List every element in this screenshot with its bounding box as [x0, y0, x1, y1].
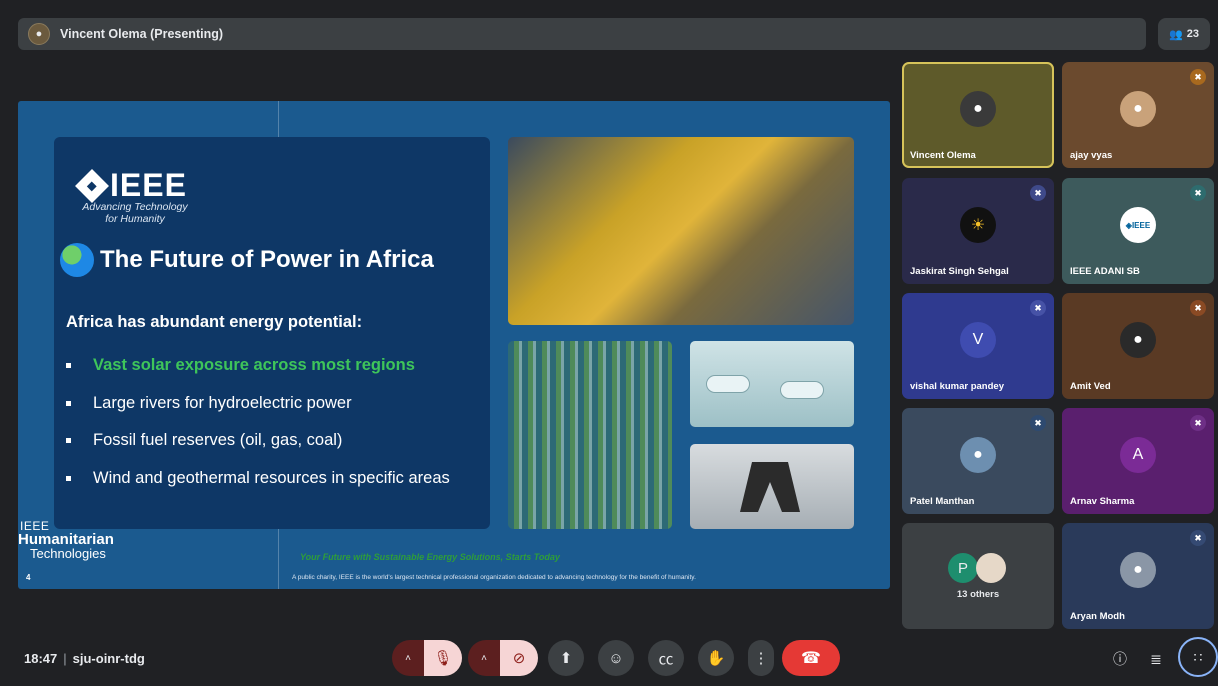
bottom-control-bar: 18:47 | sju-oinr-tdg ˄ 🎙 ˄ ⊘ ⬆ ☺ ㏄ ✋ ⋮ ☎ ⓘ… — [0, 632, 1218, 686]
ev-charging-road-photo — [690, 341, 854, 427]
participant-tile-arnav-sharma[interactable]: ✖ A Arnav Sharma — [1062, 408, 1214, 514]
reactions-button[interactable]: ☺ — [598, 640, 634, 676]
participant-tile-aryan-modh[interactable]: ✖ ● Aryan Modh — [1062, 523, 1214, 629]
present-screen-button[interactable]: ⬆ — [548, 640, 584, 676]
ieee-diamond-icon: ◆ — [75, 168, 109, 203]
mic-off-icon: ✖ — [1030, 185, 1046, 201]
others-avatar — [976, 553, 1006, 583]
telescope-mirror-photo — [508, 137, 854, 325]
avatar: ● — [1120, 91, 1156, 127]
meet-window: ● Vincent Olema (Presenting) 👥 23 ◆ IEEE… — [0, 0, 1218, 686]
bullet-item: Vast solar exposure across most regions — [66, 347, 450, 385]
meeting-code: sju-oinr-tdg — [72, 651, 145, 666]
avatar: ● — [1120, 322, 1156, 358]
participant-name: Arnav Sharma — [1070, 496, 1135, 507]
participant-name: Vincent Olema — [910, 150, 976, 161]
avatar: ● — [960, 91, 996, 127]
people-count: 23 — [1186, 28, 1199, 40]
video-options-caret[interactable]: ˄ — [468, 640, 500, 676]
slide-page-number: 4 — [26, 573, 31, 582]
sun-avatar-icon: ☀ — [960, 207, 996, 243]
robot-lab-photo — [690, 444, 854, 529]
participant-name: Amit Ved — [1070, 381, 1111, 392]
slide-title-text: The Future of Power in Africa — [100, 246, 434, 273]
shared-slide: ◆ IEEE Advancing Technology for Humanity… — [18, 101, 890, 589]
slide-tagline: Your Future with Sustainable Energy Solu… — [300, 552, 560, 562]
mic-off-icon: ✖ — [1190, 185, 1206, 201]
ieee-avatar: ◈IEEE — [1120, 207, 1156, 243]
slide-title: The Future of Power in Africa — [60, 243, 434, 277]
participant-name: Jaskirat Singh Sehgal — [910, 266, 1009, 277]
solar-farm-photo — [508, 341, 672, 529]
raise-hand-button[interactable]: ✋ — [698, 640, 734, 676]
mic-off-icon: ✖ — [1030, 415, 1046, 431]
apps-grid-button[interactable]: ∷ — [1178, 637, 1218, 677]
meeting-info: 18:47 | sju-oinr-tdg — [24, 651, 145, 666]
participant-name: Aryan Modh — [1070, 611, 1125, 622]
chat-icon[interactable]: ≣ — [1146, 649, 1166, 669]
slide-footer: A public charity, IEEE is the world's la… — [292, 574, 696, 581]
slide-subtitle: Africa has abundant energy potential: — [66, 313, 363, 331]
end-call-button[interactable]: ☎ — [782, 640, 840, 676]
captions-button[interactable]: ㏄ — [648, 640, 684, 676]
avatar-initial: V — [960, 322, 996, 358]
participant-tile-vincent-olema[interactable]: ● Vincent Olema — [902, 62, 1054, 168]
others-avatar-initial: P — [948, 553, 978, 583]
people-icon: 👥 — [1169, 28, 1183, 41]
ieee-tagline: Advancing Technology for Humanity — [82, 201, 188, 225]
audio-options-caret[interactable]: ˄ — [392, 640, 424, 676]
people-count-button[interactable]: 👥 23 — [1158, 18, 1210, 50]
presenter-avatar: ● — [28, 23, 50, 45]
bullet-list: Vast solar exposure across most regions … — [66, 347, 450, 497]
others-label: 13 others — [956, 589, 1000, 600]
slide-content-panel: ◆ IEEE Advancing Technology for Humanity… — [54, 137, 490, 529]
participant-tile-vishal-kumar-pandey[interactable]: ✖ V vishal kumar pandey — [902, 293, 1054, 399]
participant-name: vishal kumar pandey — [910, 381, 1004, 392]
humanitarian-technologies-logo: IEEE Humanitarian Technologies — [18, 519, 114, 561]
ieee-logo: ◆ IEEE — [75, 167, 187, 204]
avatar-initial: A — [1120, 437, 1156, 473]
meeting-time: 18:47 — [24, 651, 58, 666]
bullet-item: Fossil fuel reserves (oil, gas, coal) — [66, 422, 450, 460]
info-icon[interactable]: ⓘ — [1110, 649, 1130, 669]
participant-name: IEEE ADANI SB — [1070, 266, 1140, 277]
mic-toggle-button[interactable]: 🎙 — [424, 640, 462, 676]
mic-off-icon: ✖ — [1190, 415, 1206, 431]
participant-tile-jaskirat-singh-sehgal[interactable]: ✖ ☀ Jaskirat Singh Sehgal — [902, 178, 1054, 284]
mic-off-icon: ✖ — [1030, 300, 1046, 316]
globe-icon — [60, 243, 94, 277]
bullet-item: Wind and geothermal resources in specifi… — [66, 460, 450, 498]
participant-name: ajay vyas — [1070, 150, 1113, 161]
others-tile[interactable]: P 13 others — [902, 523, 1054, 629]
more-options-button[interactable]: ⋮ — [748, 640, 774, 676]
mic-off-icon: ✖ — [1190, 300, 1206, 316]
participant-tile-amit-ved[interactable]: ✖ ● Amit Ved — [1062, 293, 1214, 399]
bullet-item: Large rivers for hydroelectric power — [66, 385, 450, 423]
avatar: ● — [1120, 552, 1156, 588]
participant-tile-patel-manthan[interactable]: ✖ ● Patel Manthan — [902, 408, 1054, 514]
presenter-label: Vincent Olema (Presenting) — [60, 27, 224, 41]
participant-tile-ajay-vyas[interactable]: ✖ ● ajay vyas — [1062, 62, 1214, 168]
presenter-banner: ● Vincent Olema (Presenting) — [18, 18, 1146, 50]
mic-off-icon: ✖ — [1190, 69, 1206, 85]
camera-toggle-button[interactable]: ⊘ — [500, 640, 538, 676]
ieee-logo-text: IEEE — [110, 167, 187, 203]
participant-tile-ieee-adani-sb[interactable]: ✖ ◈IEEE IEEE ADANI SB — [1062, 178, 1214, 284]
participant-name: Patel Manthan — [910, 496, 975, 507]
avatar: ● — [960, 437, 996, 473]
mic-off-icon: ✖ — [1190, 530, 1206, 546]
